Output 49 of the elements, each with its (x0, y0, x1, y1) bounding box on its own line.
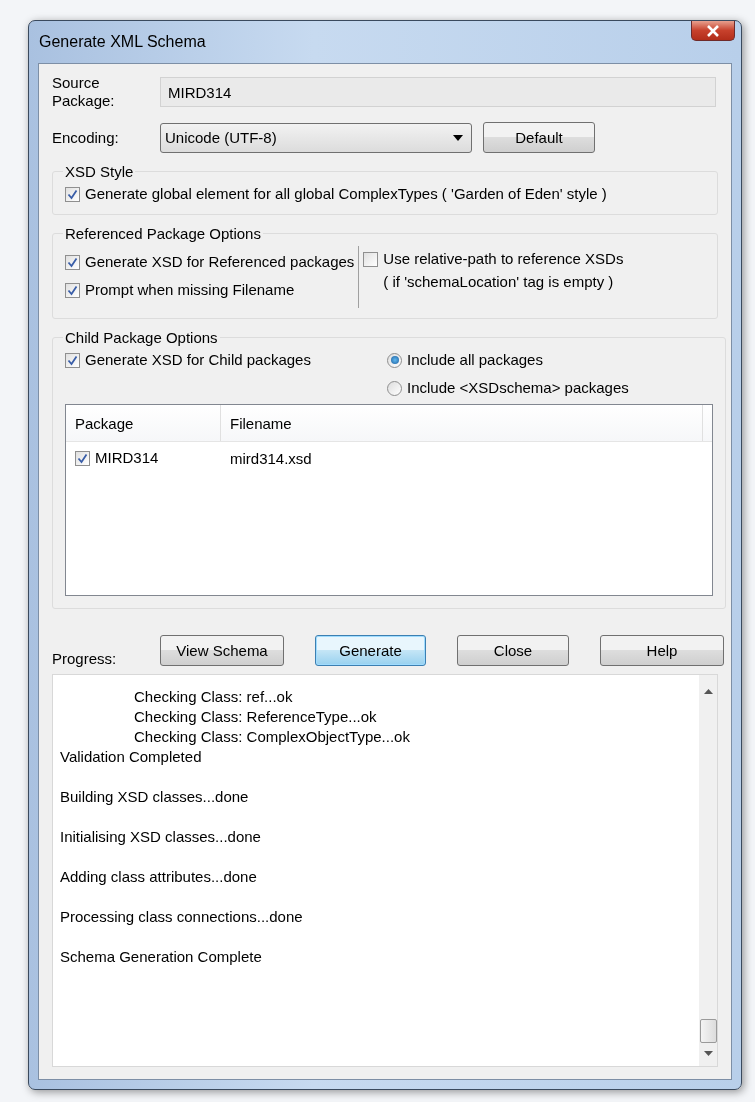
encoding-dropdown[interactable]: Unicode (UTF-8) (160, 122, 472, 153)
column-header[interactable]: Package (66, 405, 221, 441)
checkmark-icon (67, 284, 78, 296)
progress-label: Progress: (52, 650, 118, 668)
dialog-button[interactable]: View Schema (160, 635, 284, 666)
close-button[interactable] (691, 21, 735, 41)
table-cell-text: mird314.xsd (229, 449, 313, 467)
group-title: Child Package Options (64, 329, 219, 346)
scroll-up-icon[interactable] (703, 689, 713, 694)
checkbox[interactable]: Generate XSD for Referenced packages (65, 252, 355, 272)
radio-button[interactable] (387, 352, 402, 368)
scroll-thumb[interactable] (699, 1019, 717, 1043)
log-line: Validation Completed (60, 747, 203, 767)
source-package-field[interactable]: MIRD314 (160, 77, 716, 107)
checkmark-icon (77, 452, 88, 464)
scrollbar[interactable] (699, 675, 717, 1066)
default-button[interactable]: Default (483, 122, 595, 153)
window-title: Generate XML Schema (39, 33, 206, 51)
radio-label[interactable]: Include <XSDschema> packages (407, 378, 629, 398)
log-line: Schema Generation Complete (60, 947, 263, 967)
package-checkbox[interactable]: MIRD314 (66, 448, 221, 468)
group-title: Referenced Package Options (64, 225, 262, 242)
checkmark-icon (67, 188, 78, 200)
checkbox[interactable]: Generate XSD for Child packages (65, 350, 387, 370)
dialog-button[interactable]: Generate (315, 635, 426, 666)
encoding-label: Encoding: (52, 128, 120, 147)
checkbox[interactable]: Prompt when missing Filename (65, 280, 355, 300)
checkmark-icon (67, 256, 78, 268)
log-line: Processing class connections...done (60, 907, 304, 927)
group-title: XSD Style (64, 163, 135, 180)
column-header[interactable]: Filename (221, 405, 703, 441)
dialog-button[interactable]: Close (457, 635, 569, 666)
hint-text: ( if 'schemaLocation' tag is empty ) (382, 273, 615, 290)
checkbox[interactable]: Generate global element for all global ComplexTypes ( 'Garden of Eden' style ) (65, 184, 705, 204)
scroll-down-icon[interactable] (703, 1051, 713, 1056)
radio-label[interactable]: Include all packages (407, 350, 543, 370)
dropdown-caret-icon (453, 134, 463, 141)
log-line: Checking Class: ref...ok (133, 687, 294, 707)
log-line: Building XSD classes...done (60, 787, 250, 807)
dialog-button[interactable]: Help (600, 635, 724, 666)
log-line: Initialising XSD classes...done (60, 827, 262, 847)
source-package-label: Source Package: (52, 74, 116, 110)
close-icon (706, 24, 720, 37)
log-line: Adding class attributes...done (60, 867, 258, 887)
log-line: Checking Class: ComplexObjectType...ok (133, 727, 411, 747)
log-line: Checking Class: ReferenceType...ok (133, 707, 378, 727)
checkmark-icon (67, 354, 78, 366)
radio-button[interactable] (387, 380, 402, 396)
checkbox[interactable]: Use relative-path to reference XSDs (363, 249, 624, 269)
